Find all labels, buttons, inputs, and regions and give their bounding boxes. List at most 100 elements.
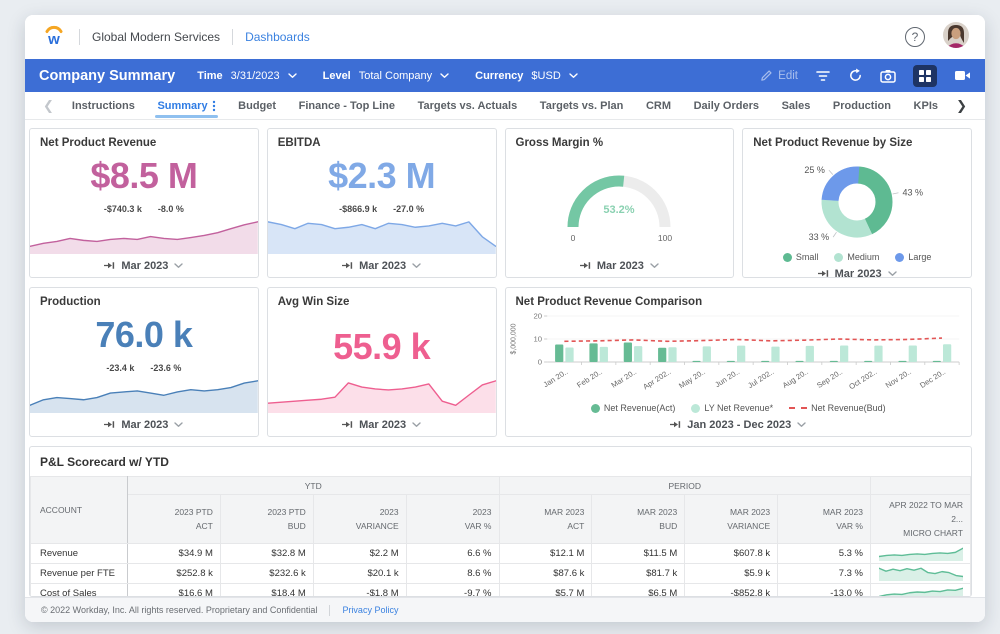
period-marker-icon [342,261,353,270]
app-footer: © 2022 Workday, Inc. All rights reserved… [25,597,985,622]
tab-finance-top-line[interactable]: Finance - Top Line [289,92,405,119]
cell-value: $5.7 M [499,584,592,598]
legend-label: Medium [847,252,879,262]
cell-value: -$1.8 M [313,584,406,598]
tab-instructions[interactable]: Instructions [62,92,145,119]
legend-label: Small [796,252,819,262]
period-selector[interactable]: Mar 2023 [30,254,258,277]
privacy-policy-link[interactable]: Privacy Policy [342,605,398,615]
period-label: Jan 2023 - Dec 2023 [687,419,791,431]
workday-logo-icon[interactable]: w [41,22,67,53]
cell-value: $32.8 M [220,544,313,564]
toolbar-filter-currency[interactable]: Currency $USD [475,70,578,82]
filter-value: $USD [531,70,560,82]
table-row-revenue: Revenue$34.9 M$32.8 M$2.2 M6.6 %$12.1 M$… [31,544,971,564]
tab-label: Finance - Top Line [299,100,395,112]
tab-summary[interactable]: Summary [147,92,225,119]
grid-view-icon[interactable] [913,65,937,87]
kpi-value: 76.0 k [30,314,258,356]
avatar[interactable] [943,22,969,53]
cell-value: $20.1 k [313,564,406,584]
cell-micro-chart [871,564,971,584]
period-selector[interactable]: Mar 2023 [743,262,971,278]
card-revenue-comparison: Net Product Revenue Comparison 01020$,00… [505,287,973,437]
svg-text:0: 0 [571,233,576,243]
period-selector[interactable]: Mar 2023 [30,413,258,436]
card-title: EBITDA [268,135,496,149]
kpi-deltas: -$740.3 k-8.0 % [30,204,258,214]
cell-value: $5.9 k [685,564,778,584]
refresh-icon[interactable] [848,68,863,83]
period-marker-icon [104,261,115,270]
svg-text:Jan 20..: Jan 20.. [541,367,569,389]
period-selector[interactable]: Mar 2023 [506,254,734,277]
cell-value: $607.8 k [685,544,778,564]
period-marker-icon [104,420,115,429]
card-revenue-by-size: Net Product Revenue by Size 43 %33 %25 %… [742,128,972,278]
svg-text:Mar 20..: Mar 20.. [609,367,638,389]
column-group-empty [871,477,971,495]
app-window: w Global Modern Services Dashboards ? [25,15,985,622]
donut-legend: SmallMediumLarge [743,252,971,262]
org-name: Global Modern Services [92,30,220,44]
svg-text:Oct 202..: Oct 202.. [847,367,878,391]
tab-kpis[interactable]: KPIs [904,92,948,119]
svg-text:$,000,000: $,000,000 [509,323,517,354]
tab-production[interactable]: Production [823,92,901,119]
kebab-menu-icon[interactable] [212,100,216,112]
filter-label: Time [197,70,222,82]
comparison-legend: Net Revenue(Act)LY Net Revenue*Net Reven… [506,403,972,413]
svg-text:43 %: 43 % [903,188,924,198]
column-header-mar-2023-act: MAR 2023ACT [499,495,592,544]
sparkline-chart [268,218,496,254]
svg-text:Sep 20..: Sep 20.. [815,367,844,390]
period-selector[interactable]: Mar 2023 [268,413,496,436]
legend-dot-icon [783,253,792,262]
filter-value: 3/31/2023 [231,70,280,82]
cell-account: Revenue per FTE [31,564,128,584]
donut-chart: 43 %33 %25 % [751,151,963,251]
filter-icon[interactable] [815,69,831,83]
tab-label: Budget [238,100,276,112]
card-net-product-revenue: Net Product Revenue $8.5 M -$740.3 k-8.0… [29,128,259,278]
tab-crm[interactable]: CRM [636,92,681,119]
card-production: Production 76.0 k -23.4 k-23.6 % Mar 202… [29,287,259,437]
svg-text:53.2%: 53.2% [604,204,635,216]
column-header-account: ACCOUNT [31,477,128,544]
svg-text:Dec 20..: Dec 20.. [918,367,947,390]
edit-button[interactable]: Edit [760,69,798,82]
period-label: Mar 2023 [121,419,168,431]
toolbar-filter-level[interactable]: LevelTotal Company [323,70,450,82]
cell-value: -9.7 % [406,584,499,598]
svg-text:25 %: 25 % [805,165,826,175]
toolbar-filter-time[interactable]: Time 3/31/2023 [197,70,296,82]
filter-label: Currency [475,70,523,82]
pencil-icon [760,69,773,82]
kpi-value: $2.3 M [268,155,496,197]
chevron-down-icon [174,422,183,428]
video-icon[interactable] [954,69,971,82]
period-selector[interactable]: Mar 2023 [268,254,496,277]
dashboard-content: Net Product Revenue $8.5 M -$740.3 k-8.0… [25,120,985,597]
tab-targets-vs-actuals[interactable]: Targets vs. Actuals [408,92,528,119]
divider [79,29,80,45]
tab-budget[interactable]: Budget [228,92,286,119]
tabs-scroll-right-icon[interactable]: ❯ [948,98,975,114]
tab-targets-vs-plan[interactable]: Targets vs. Plan [530,92,634,119]
tab-label: Daily Orders [694,100,759,112]
help-icon[interactable]: ? [905,27,925,47]
dashboards-link[interactable]: Dashboards [245,30,310,44]
tab-sales[interactable]: Sales [772,92,821,119]
period-marker-icon [670,420,681,429]
column-header-micro-chart: APR 2022 TO MAR 2...MICRO CHART [871,495,971,544]
card-title: Net Product Revenue by Size [743,135,971,149]
tab-label: Sales [782,100,811,112]
kpi-value: 55.9 k [268,326,496,368]
tabs-scroll-left-icon[interactable]: ❮ [35,98,62,114]
cell-value: 7.3 % [778,564,871,584]
cell-micro-chart [871,584,971,598]
tab-daily-orders[interactable]: Daily Orders [684,92,769,119]
period-selector[interactable]: Jan 2023 - Dec 2023 [506,413,972,436]
period-label: Mar 2023 [597,260,644,272]
camera-icon[interactable] [880,69,896,83]
